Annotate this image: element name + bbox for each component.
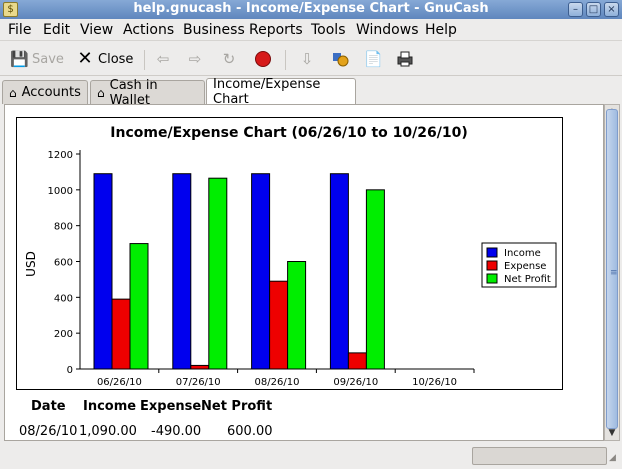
arrow-left-icon: ⇦ — [156, 50, 170, 68]
resize-grip-icon[interactable]: ◢ — [609, 453, 620, 464]
report-options-icon — [331, 50, 349, 68]
table-cell-income: 1,090.00 — [79, 424, 137, 439]
chart-frame: Income/Expense Chart (06/26/10 to 10/26/… — [16, 117, 563, 390]
x-tick-label: 10/26/10 — [412, 377, 457, 388]
tab-income-expense-chart[interactable]: Income/Expense Chart — [206, 77, 356, 107]
toolbar-separator — [144, 50, 145, 70]
save-button[interactable]: 💾 Save — [10, 48, 64, 70]
export-icon: ⇩ — [300, 50, 314, 68]
maximize-button[interactable]: □ — [586, 2, 601, 17]
y-tick-label: 600 — [54, 258, 73, 269]
bar-expense[interactable] — [347, 352, 367, 370]
x-tick-label: 09/26/10 — [333, 377, 378, 388]
y-tick-label: 1000 — [48, 186, 73, 197]
x-tick-label: 08/26/10 — [255, 377, 300, 388]
bar-income[interactable] — [93, 173, 113, 370]
back-button[interactable]: ⇦ — [154, 48, 176, 70]
forward-button[interactable]: ⇨ — [186, 48, 208, 70]
y-axis-label: USD — [24, 251, 38, 277]
bar-expense[interactable] — [111, 298, 131, 370]
legend-label: Expense — [504, 261, 546, 272]
menu-help[interactable]: Help — [425, 22, 457, 38]
close-button[interactable]: ✕ Close — [76, 48, 133, 70]
bar-expense[interactable] — [269, 280, 289, 370]
close-label: Close — [98, 51, 134, 67]
menu-tools[interactable]: Tools — [311, 22, 346, 38]
arrow-right-icon: ⇨ — [188, 50, 202, 68]
tab-cash-in-wallet[interactable]: ⌂ Cash in Wallet — [90, 78, 205, 108]
y-tick-label: 1200 — [48, 150, 73, 161]
bar-income[interactable] — [172, 173, 192, 370]
toolbar-separator — [285, 50, 286, 70]
tab-accounts[interactable]: ⌂ Accounts — [2, 80, 88, 104]
bar-net-profit[interactable] — [129, 243, 149, 370]
bar-net-profit[interactable] — [287, 261, 307, 370]
tab-label: Cash in Wallet — [109, 77, 158, 108]
toolbar: 💾 Save ✕ Close ⇦ ⇨ ↻ ⇩ 📄 — [0, 42, 622, 76]
progress-bar — [472, 447, 607, 465]
menu-bar: File Edit View Actions Business Reports … — [0, 19, 622, 41]
reload-button[interactable]: ↻ — [220, 48, 242, 70]
save-icon: 💾 — [10, 50, 29, 68]
table-header-net-profit: Net Profit — [201, 399, 273, 414]
stop-icon — [254, 50, 272, 68]
menu-edit[interactable]: Edit — [43, 22, 70, 38]
legend-swatch — [486, 260, 498, 271]
table-cell-date: 08/26/10 — [19, 424, 78, 439]
menu-file[interactable]: File — [8, 22, 31, 38]
window-title: help.gnucash - Income/Expense Chart - Gn… — [133, 1, 489, 16]
report-options-button[interactable] — [331, 48, 353, 70]
table-cell-expense: -490.00 — [151, 424, 202, 439]
close-icon: ✕ — [77, 48, 93, 69]
document-icon: 📄 — [364, 50, 383, 68]
y-tick-label: 400 — [54, 293, 73, 304]
minimize-button[interactable]: – — [568, 2, 583, 17]
notebook-tabs: ⌂ Accounts ⌂ Cash in Wallet Income/Expen… — [0, 77, 622, 108]
menu-windows[interactable]: Windows — [356, 22, 419, 38]
legend-label: Income — [504, 248, 541, 259]
scroll-thumb[interactable]: ≡ — [606, 109, 618, 429]
save-report-button[interactable]: 📄 — [364, 48, 386, 70]
bar-expense[interactable] — [190, 364, 210, 370]
table-header-expense: Expense — [140, 399, 202, 414]
reload-icon: ↻ — [222, 50, 236, 68]
legend-swatch — [486, 273, 498, 284]
bar-net-profit[interactable] — [208, 177, 228, 370]
home-icon: ⌂ — [9, 85, 17, 100]
legend-label: Net Profit — [504, 274, 551, 285]
x-tick-label: 07/26/10 — [176, 377, 221, 388]
menu-business[interactable]: Business — [183, 22, 245, 38]
scroll-down-icon[interactable]: ▼ — [605, 426, 619, 440]
y-tick-label: 200 — [54, 329, 73, 340]
status-bar: ◢ — [0, 443, 622, 469]
table-header-income: Income — [83, 399, 137, 414]
menu-actions[interactable]: Actions — [123, 22, 174, 38]
save-label: Save — [32, 51, 64, 67]
legend-swatch — [486, 247, 498, 258]
menu-reports[interactable]: Reports — [249, 22, 303, 38]
close-window-button[interactable]: × — [604, 2, 619, 17]
tab-label: Accounts — [21, 85, 81, 100]
stop-button[interactable] — [254, 48, 276, 70]
bar-income[interactable] — [251, 173, 271, 370]
menu-view[interactable]: View — [80, 22, 113, 38]
y-tick-label: 0 — [67, 365, 73, 376]
x-tick-label: 06/26/10 — [97, 377, 142, 388]
report-view: Income/Expense Chart (06/26/10 to 10/26/… — [4, 104, 604, 441]
bar-net-profit[interactable] — [365, 189, 385, 370]
bar-income[interactable] — [329, 173, 349, 370]
home-icon: ⌂ — [97, 85, 105, 100]
title-bar: $ help.gnucash - Income/Expense Chart - … — [0, 0, 622, 19]
vertical-scrollbar[interactable]: ▲ ≡ ▼ — [604, 104, 620, 441]
print-icon — [396, 50, 414, 68]
print-button[interactable] — [396, 48, 418, 70]
grip-icon: ≡ — [610, 268, 618, 278]
export-button[interactable]: ⇩ — [298, 48, 320, 70]
table-cell-net-profit: 600.00 — [227, 424, 273, 439]
income-expense-chart: Income/Expense Chart (06/26/10 to 10/26/… — [24, 125, 557, 388]
tab-label: Income/Expense Chart — [213, 77, 321, 107]
table-header-date: Date — [31, 399, 66, 414]
y-tick-label: 800 — [54, 222, 73, 233]
chart-title: Income/Expense Chart (06/26/10 to 10/26/… — [110, 125, 467, 141]
